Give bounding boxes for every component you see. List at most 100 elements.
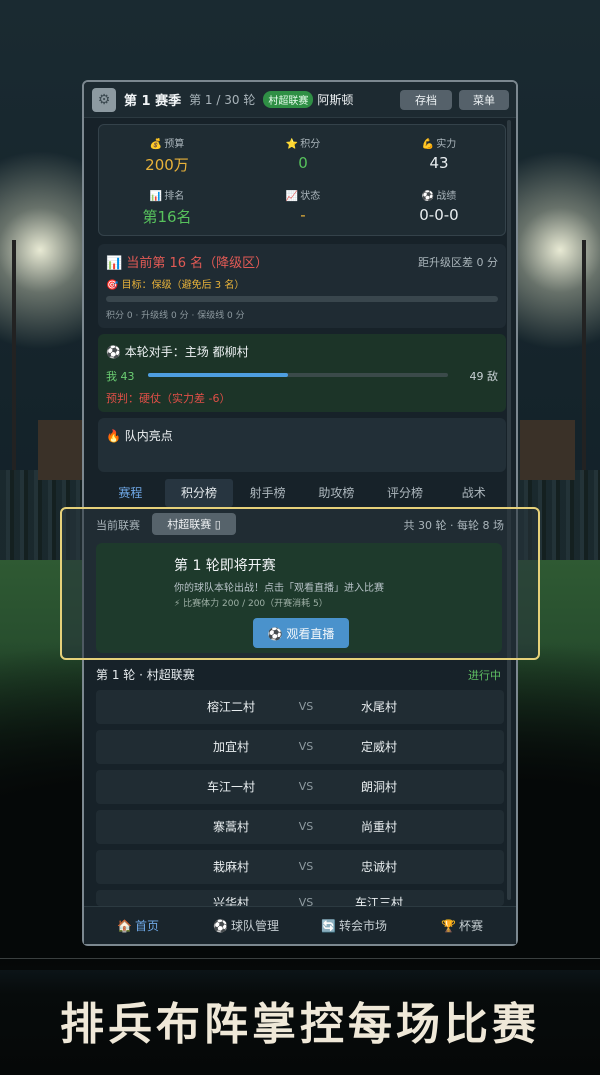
- nav-label: 首页: [134, 919, 159, 933]
- stamina-info: ⚡ 比赛体力 200 / 200（开赛消耗 5）: [174, 599, 328, 609]
- match-row[interactable]: 加宜村 VS 定威村: [96, 730, 504, 764]
- stat-budget: 💰 预算 200万: [99, 135, 235, 175]
- match-row[interactable]: 栽麻村 VS 忠诚村: [96, 850, 504, 884]
- stat-label: 排名: [164, 191, 185, 202]
- away-team: 尚重村: [360, 820, 397, 834]
- transfer-icon: 🔄: [321, 919, 336, 933]
- nav-transfer-market[interactable]: 🔄 转会市场: [300, 907, 408, 944]
- tab-schedule[interactable]: 赛程: [96, 479, 165, 507]
- home-team: 栽麻村: [212, 860, 249, 874]
- stat-label: 实力: [436, 139, 457, 150]
- muscle-icon: 💪: [421, 139, 435, 150]
- highlights-title: 🔥 队内亮点: [106, 429, 173, 443]
- nav-team-management[interactable]: ⚽ 球队管理: [192, 907, 300, 944]
- bar-chart-icon: 📊: [149, 191, 163, 202]
- away-team: 忠诚村: [360, 860, 397, 874]
- stat-form: 📈 状态 -: [235, 187, 371, 224]
- stat-value: 43: [429, 154, 449, 172]
- opponent-strength: 49 敌: [469, 370, 499, 383]
- away-team: 定威村: [360, 740, 397, 754]
- star-icon: ⭐: [285, 139, 299, 150]
- village-house-right: [520, 420, 575, 480]
- stat-rank: 📊 排名 第16名: [99, 187, 235, 227]
- stat-strength: 💪 实力 43: [371, 135, 507, 172]
- my-strength: 我 43: [106, 370, 135, 383]
- current-league-label: 当前联赛: [96, 519, 140, 532]
- nav-label: 杯赛: [458, 919, 483, 933]
- away-team: 车江三村: [354, 896, 403, 906]
- league-selector[interactable]: 村超联赛 ▯: [152, 513, 236, 535]
- stat-value: 第16名: [142, 208, 192, 226]
- home-team: 加宜村: [212, 740, 249, 754]
- nav-label: 球队管理: [230, 919, 279, 933]
- save-button[interactable]: 存档: [400, 90, 452, 110]
- stat-value: -: [300, 206, 306, 224]
- floodlight-pole-right: [582, 240, 586, 480]
- stat-value: 200万: [145, 156, 189, 174]
- match-row[interactable]: 榕江二村 VS 水尾村: [96, 690, 504, 724]
- trend-icon: 📈: [285, 191, 299, 202]
- football-icon: ⚽: [213, 919, 228, 933]
- nav-home[interactable]: 🏠 首页: [84, 907, 192, 944]
- watch-live-button[interactable]: ⚽ 观看直播: [253, 618, 349, 648]
- tab-ratings[interactable]: 评分榜: [371, 479, 440, 507]
- vs-label: VS: [298, 820, 314, 833]
- village-house-left: [38, 420, 88, 480]
- tab-assists[interactable]: 助攻榜: [302, 479, 371, 507]
- team-highlights-card[interactable]: 🔥 队内亮点: [98, 418, 506, 472]
- promotion-gap: 距升级区差 0 分: [418, 256, 498, 269]
- season-goal: 🎯 目标：保级（避免后 3 名）: [106, 280, 245, 291]
- floodlight-pole-left: [12, 240, 16, 480]
- opponent-card: ⚽ 本轮对手：主场 都柳村 我 43 49 敌 预判：硬仗（实力差 -6）: [98, 334, 506, 412]
- team-name: 阿斯顿: [317, 93, 354, 107]
- stat-label: 积分: [300, 139, 321, 150]
- match-row[interactable]: 车江一村 VS 朗洞村: [96, 770, 504, 804]
- home-team: 兴华村: [212, 896, 249, 906]
- match-start-heading: 第 1 轮即将开赛: [174, 558, 276, 574]
- tab-tactics[interactable]: 战术: [439, 479, 508, 507]
- top-bar: ⚙ 第 1 赛季 第 1 / 30 轮 村超联赛 阿斯顿 存档 菜单: [84, 82, 516, 118]
- points-progress-bar: [106, 296, 498, 302]
- home-team: 榕江二村: [206, 700, 255, 714]
- club-logo-icon: ⚙: [92, 87, 116, 112]
- home-icon: 🏠: [117, 919, 132, 933]
- match-row[interactable]: 兴华村 VS 车江三村: [96, 890, 504, 906]
- rank-card: 📊 当前第 16 名（降级区） 距升级区差 0 分 🎯 目标：保级（避免后 3 …: [98, 244, 506, 328]
- home-team: 车江一村: [206, 780, 255, 794]
- match-start-subtitle: 你的球队本轮出战！点击「观看直播」进入比赛: [174, 583, 384, 594]
- strength-compare-fill: [148, 373, 289, 377]
- home-team: 寨蒿村: [212, 820, 249, 834]
- season-label: 第 1 赛季: [124, 94, 182, 109]
- stat-label: 状态: [300, 191, 321, 202]
- stat-label: 战绩: [436, 191, 457, 202]
- bottom-nav: 🏠 首页 ⚽ 球队管理 🔄 转会市场 🏆 杯赛: [84, 906, 516, 944]
- stat-label: 预算: [164, 139, 185, 150]
- match-prediction: 预判：硬仗（实力差 -6）: [106, 392, 231, 405]
- trophy-icon: 🏆: [441, 919, 456, 933]
- away-team: 水尾村: [360, 700, 397, 714]
- vs-label: VS: [298, 740, 314, 753]
- round-header: 第 1 轮 · 村超联赛: [96, 668, 195, 682]
- stat-points: ⭐ 积分 0: [235, 135, 371, 172]
- tab-standings[interactable]: 积分榜: [164, 479, 234, 507]
- vs-label: VS: [298, 896, 314, 906]
- league-info: 共 30 轮 · 每轮 8 场: [403, 519, 504, 532]
- money-bag-icon: 💰: [149, 139, 163, 150]
- stat-value: 0-0-0: [419, 206, 459, 224]
- round-label: 第 1 / 30 轮: [189, 93, 256, 107]
- vs-label: VS: [298, 860, 314, 873]
- match-start-highlight: 当前联赛 村超联赛 ▯ 共 30 轮 · 每轮 8 场 第 1 轮即将开赛 你的…: [60, 507, 540, 660]
- tab-scorers[interactable]: 射手榜: [233, 479, 302, 507]
- nav-cup[interactable]: 🏆 杯赛: [408, 907, 516, 944]
- vs-label: VS: [298, 700, 314, 713]
- promo-caption: 排兵布阵掌控每场比赛: [60, 999, 540, 1050]
- rank-title: 📊 当前第 16 名（降级区）: [106, 256, 269, 271]
- match-row[interactable]: 寨蒿村 VS 尚重村: [96, 810, 504, 844]
- match-start-card: 第 1 轮即将开赛 你的球队本轮出战！点击「观看直播」进入比赛 ⚡ 比赛体力 2…: [96, 543, 502, 653]
- stats-tabs: 赛程 积分榜 射手榜 助攻榜 评分榜 战术: [96, 479, 508, 507]
- stats-panel: 💰 预算 200万 ⭐ 积分 0 💪 实力 43 📊 排名 第16名 📈 状态 - ⚽ 战绩: [98, 124, 506, 236]
- round-status: 进行中: [468, 669, 501, 682]
- football-icon: ⚽: [421, 191, 435, 202]
- nav-label: 转会市场: [338, 919, 387, 933]
- menu-button[interactable]: 菜单: [459, 90, 509, 110]
